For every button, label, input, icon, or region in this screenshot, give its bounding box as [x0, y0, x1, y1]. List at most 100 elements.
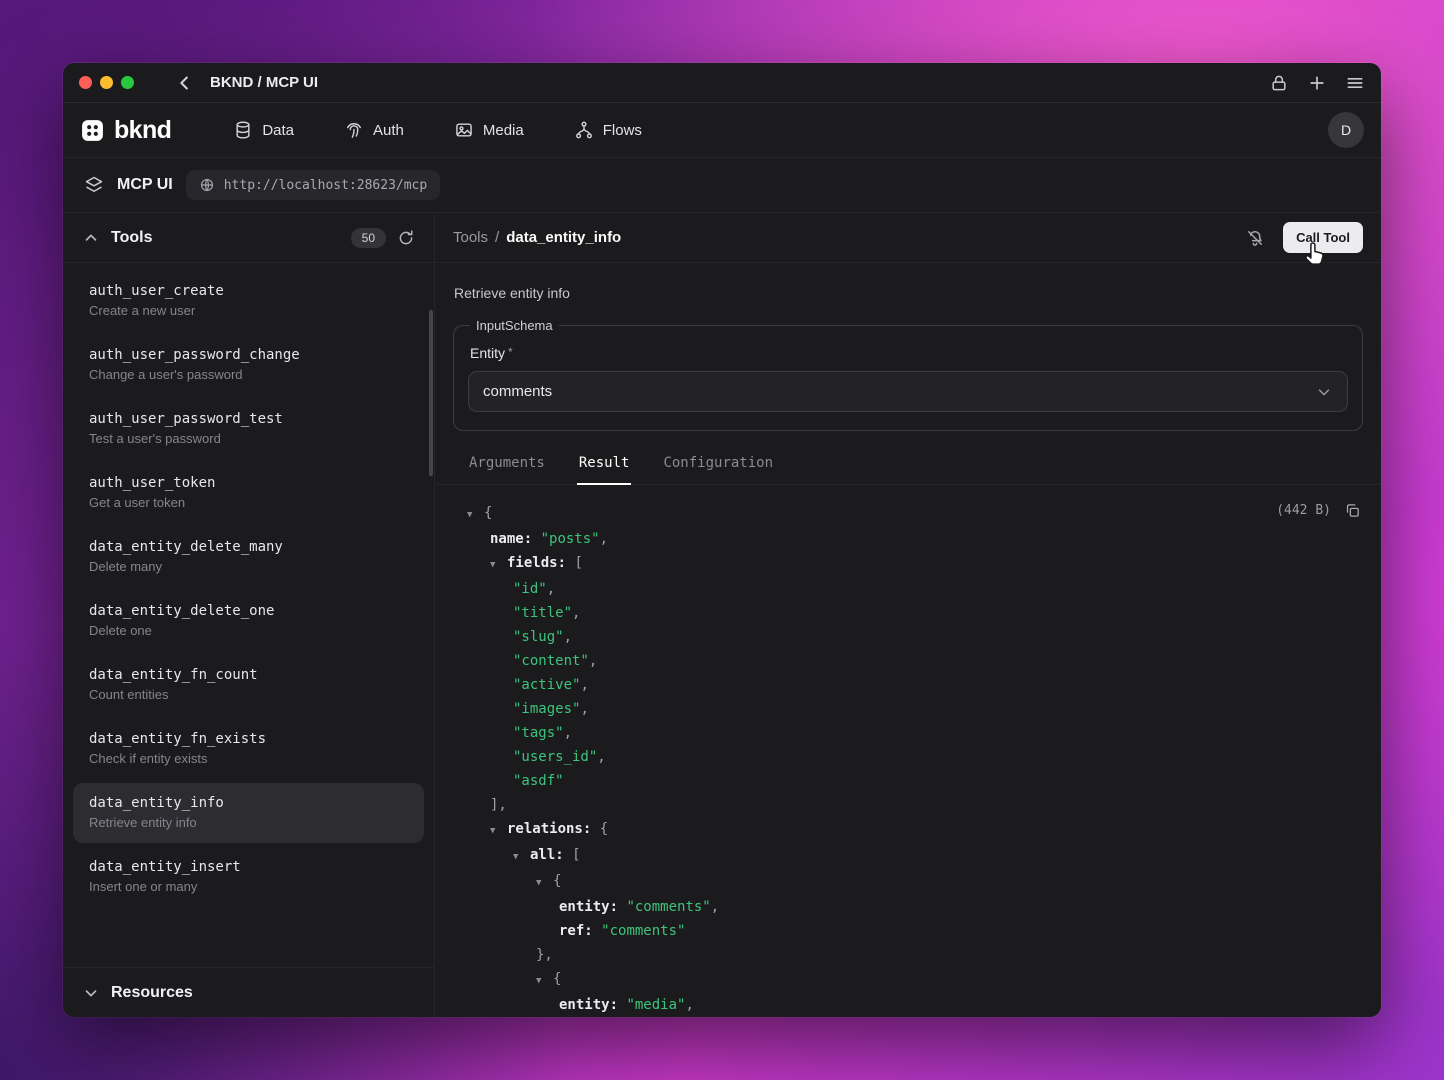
- app-window: BKND / MCP UI bknd Data Auth Media Flows D: [63, 63, 1381, 1017]
- json-token: {: [484, 505, 492, 521]
- tab-arguments[interactable]: Arguments: [467, 455, 547, 484]
- panel-body: Retrieve entity info InputSchema Entity*…: [435, 263, 1381, 1017]
- call-tool-button[interactable]: Call Tool: [1283, 222, 1363, 253]
- json-token: "content": [513, 653, 589, 669]
- json-token: ,: [564, 629, 572, 645]
- json-token: ,: [711, 899, 719, 915]
- copy-icon[interactable]: [1344, 502, 1361, 519]
- collapse-arrow-icon[interactable]: ▼: [536, 871, 547, 895]
- close-button[interactable]: [79, 76, 92, 89]
- entity-select[interactable]: comments: [468, 371, 1348, 412]
- bknd-logo[interactable]: bknd: [80, 116, 171, 145]
- json-token: ,: [547, 581, 555, 597]
- json-line: entity: "media",: [467, 993, 1363, 1017]
- tool-list-item[interactable]: auth_user_createCreate a new user: [73, 271, 424, 331]
- json-line: "id",: [467, 577, 1363, 601]
- json-token: "images": [513, 701, 580, 717]
- json-token: entity:: [559, 899, 618, 915]
- json-token: "id": [513, 581, 547, 597]
- json-token: [591, 821, 599, 837]
- app-navbar: bknd Data Auth Media Flows D: [63, 103, 1381, 158]
- notifications-off-icon[interactable]: [1245, 228, 1265, 248]
- tool-list-item[interactable]: data_entity_delete_oneDelete one: [73, 591, 424, 651]
- json-line: ref: "comments": [467, 919, 1363, 943]
- nav-item-data[interactable]: Data: [233, 120, 294, 140]
- collapse-arrow-icon[interactable]: ▼: [490, 819, 501, 843]
- nav-items: Data Auth Media Flows: [233, 120, 642, 140]
- flow-icon: [574, 120, 594, 140]
- tool-list-item[interactable]: data_entity_infoRetrieve entity info: [73, 783, 424, 843]
- tool-list-item[interactable]: data_entity_insertInsert one or many: [73, 847, 424, 907]
- tool-name: data_entity_insert: [89, 859, 408, 875]
- page-title: MCP UI: [117, 176, 173, 194]
- back-icon[interactable]: [174, 72, 196, 94]
- json-token: "posts": [541, 531, 600, 547]
- json-token: ,: [597, 749, 605, 765]
- chevron-up-icon[interactable]: [82, 229, 100, 247]
- tool-description: Count entities: [89, 687, 408, 702]
- tools-header-label: Tools: [111, 229, 152, 247]
- tools-section-header[interactable]: Tools 50: [63, 213, 434, 263]
- new-tab-icon[interactable]: [1307, 73, 1327, 93]
- json-line: "content",: [467, 649, 1363, 673]
- json-line: "active",: [467, 673, 1363, 697]
- collapse-arrow-icon[interactable]: ▼: [467, 503, 478, 527]
- json-line: ],: [467, 793, 1363, 817]
- tool-name: data_entity_delete_one: [89, 603, 408, 619]
- lock-icon[interactable]: [1269, 73, 1289, 93]
- tabs: Arguments Result Configuration: [435, 455, 1381, 485]
- nav-item-auth[interactable]: Auth: [344, 120, 404, 140]
- sidebar-scrollbar[interactable]: [429, 310, 433, 476]
- tool-list-item[interactable]: auth_user_password_changeChange a user's…: [73, 335, 424, 395]
- json-token: [: [572, 847, 580, 863]
- json-tree: ▼{name: "posts",▼fields: ["id","title","…: [467, 501, 1363, 1017]
- json-token: all:: [530, 847, 564, 863]
- breadcrumb-root[interactable]: Tools: [453, 229, 488, 246]
- nav-item-flows[interactable]: Flows: [574, 120, 642, 140]
- json-token: "users_id": [513, 749, 597, 765]
- image-icon: [454, 120, 474, 140]
- json-token: ,: [580, 701, 588, 717]
- logo-text: bknd: [114, 116, 171, 145]
- json-token: ,: [600, 531, 608, 547]
- tool-name: auth_user_password_test: [89, 411, 408, 427]
- tool-name: auth_user_create: [89, 283, 408, 299]
- collapse-arrow-icon[interactable]: ▼: [536, 969, 547, 993]
- json-token: "media": [626, 997, 685, 1013]
- tool-list-item[interactable]: data_entity_fn_countCount entities: [73, 655, 424, 715]
- tool-detail-panel: Tools / data_entity_info Call Tool: [435, 213, 1381, 1017]
- resources-section-header[interactable]: Resources: [63, 967, 434, 1017]
- tool-list-item[interactable]: auth_user_tokenGet a user token: [73, 463, 424, 523]
- json-line: "asdf": [467, 769, 1363, 793]
- menu-icon[interactable]: [1345, 73, 1365, 93]
- json-token: ,: [685, 997, 693, 1013]
- tool-list-item[interactable]: data_entity_delete_manyDelete many: [73, 527, 424, 587]
- json-token: relations:: [507, 821, 591, 837]
- titlebar: BKND / MCP UI: [63, 63, 1381, 103]
- entity-select-value: comments: [483, 383, 552, 400]
- json-token: {: [553, 971, 561, 987]
- zoom-button[interactable]: [121, 76, 134, 89]
- tab-result[interactable]: Result: [577, 455, 632, 485]
- collapse-arrow-icon[interactable]: ▼: [513, 845, 524, 869]
- chevron-down-icon[interactable]: [82, 984, 100, 1002]
- json-line: },: [467, 943, 1363, 967]
- refresh-icon[interactable]: [397, 229, 415, 247]
- nav-item-label: Flows: [603, 122, 642, 139]
- json-token: ref:: [559, 923, 593, 939]
- json-line: ▼{: [467, 967, 1363, 993]
- tool-list-item[interactable]: auth_user_password_test Test a user's pas…: [73, 399, 424, 459]
- tool-description: Test a user's password: [89, 431, 408, 446]
- json-line: "title",: [467, 601, 1363, 625]
- globe-icon: [199, 177, 215, 193]
- collapse-arrow-icon[interactable]: ▼: [490, 553, 501, 577]
- tool-list-item[interactable]: data_entity_fn_existsCheck if entity exi…: [73, 719, 424, 779]
- nav-item-media[interactable]: Media: [454, 120, 524, 140]
- main-area: Tools 50 auth_user_createCreate a new us…: [63, 213, 1381, 1017]
- minimize-button[interactable]: [100, 76, 113, 89]
- tool-name: data_entity_fn_exists: [89, 731, 408, 747]
- panel-header: Tools / data_entity_info Call Tool: [435, 213, 1381, 263]
- tab-configuration[interactable]: Configuration: [661, 455, 775, 484]
- mcp-url-pill[interactable]: http://localhost:28623/mcp: [186, 170, 441, 200]
- avatar[interactable]: D: [1328, 112, 1364, 148]
